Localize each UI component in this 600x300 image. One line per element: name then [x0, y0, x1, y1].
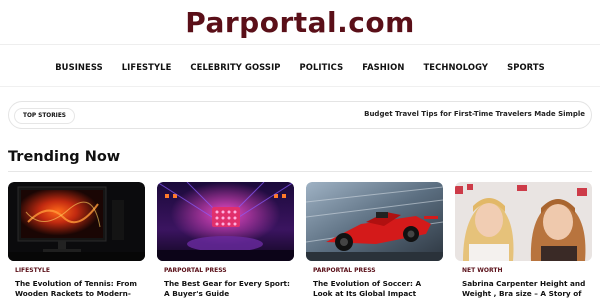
- trending-card[interactable]: PARPORTAL PRESS The Best Gear for Every …: [157, 182, 294, 300]
- card-category[interactable]: PARPORTAL PRESS: [164, 267, 227, 274]
- main-nav: BUSINESS LIFESTYLE CELEBRITY GOSSIP POLI…: [0, 62, 600, 72]
- card-category[interactable]: NET WORTH: [462, 267, 503, 274]
- nav-item-celebrity-gossip[interactable]: CELEBRITY GOSSIP: [181, 62, 290, 72]
- neon-stage-image[interactable]: [157, 182, 294, 261]
- trending-card[interactable]: LIFESTYLE The Evolution of Tennis: From …: [8, 182, 145, 300]
- site-logo[interactable]: Parportal.com: [0, 6, 600, 39]
- nav-item-politics[interactable]: POLITICS: [290, 62, 353, 72]
- top-stories-ticker: TOP STORIES Budget Travel Tips for First…: [8, 101, 592, 129]
- dark-monitor-fire-image[interactable]: [8, 182, 145, 261]
- card-category[interactable]: LIFESTYLE: [15, 267, 50, 274]
- trending-cards: LIFESTYLE The Evolution of Tennis: From …: [8, 182, 592, 300]
- ticker-headline-link[interactable]: Budget Travel Tips for First-Time Travel…: [364, 110, 585, 118]
- nav-item-technology[interactable]: TECHNOLOGY: [414, 62, 498, 72]
- card-title[interactable]: The Evolution of Tennis: From Wooden Rac…: [15, 279, 143, 300]
- header-divider: [0, 44, 600, 45]
- nav-item-sports[interactable]: SPORTS: [498, 62, 555, 72]
- nav-divider: [0, 86, 600, 87]
- card-title[interactable]: The Evolution of Soccer: A Look at Its G…: [313, 279, 441, 299]
- nav-item-lifestyle[interactable]: LIFESTYLE: [112, 62, 181, 72]
- nav-item-business[interactable]: BUSINESS: [46, 62, 113, 72]
- top-stories-badge: TOP STORIES: [14, 108, 75, 124]
- trending-divider: [8, 171, 592, 172]
- card-category[interactable]: PARPORTAL PRESS: [313, 267, 376, 274]
- race-car-image[interactable]: [306, 182, 443, 261]
- trending-card[interactable]: PARPORTAL PRESS The Evolution of Soccer:…: [306, 182, 443, 300]
- trending-card[interactable]: NET WORTH Sabrina Carpenter Height and W…: [455, 182, 592, 300]
- two-women-photo[interactable]: [455, 182, 592, 261]
- card-title[interactable]: Sabrina Carpenter Height and Weight , Br…: [462, 279, 590, 300]
- trending-heading: Trending Now: [8, 149, 121, 165]
- nav-item-fashion[interactable]: FASHION: [353, 62, 414, 72]
- card-title[interactable]: The Best Gear for Every Sport: A Buyer's…: [164, 279, 292, 299]
